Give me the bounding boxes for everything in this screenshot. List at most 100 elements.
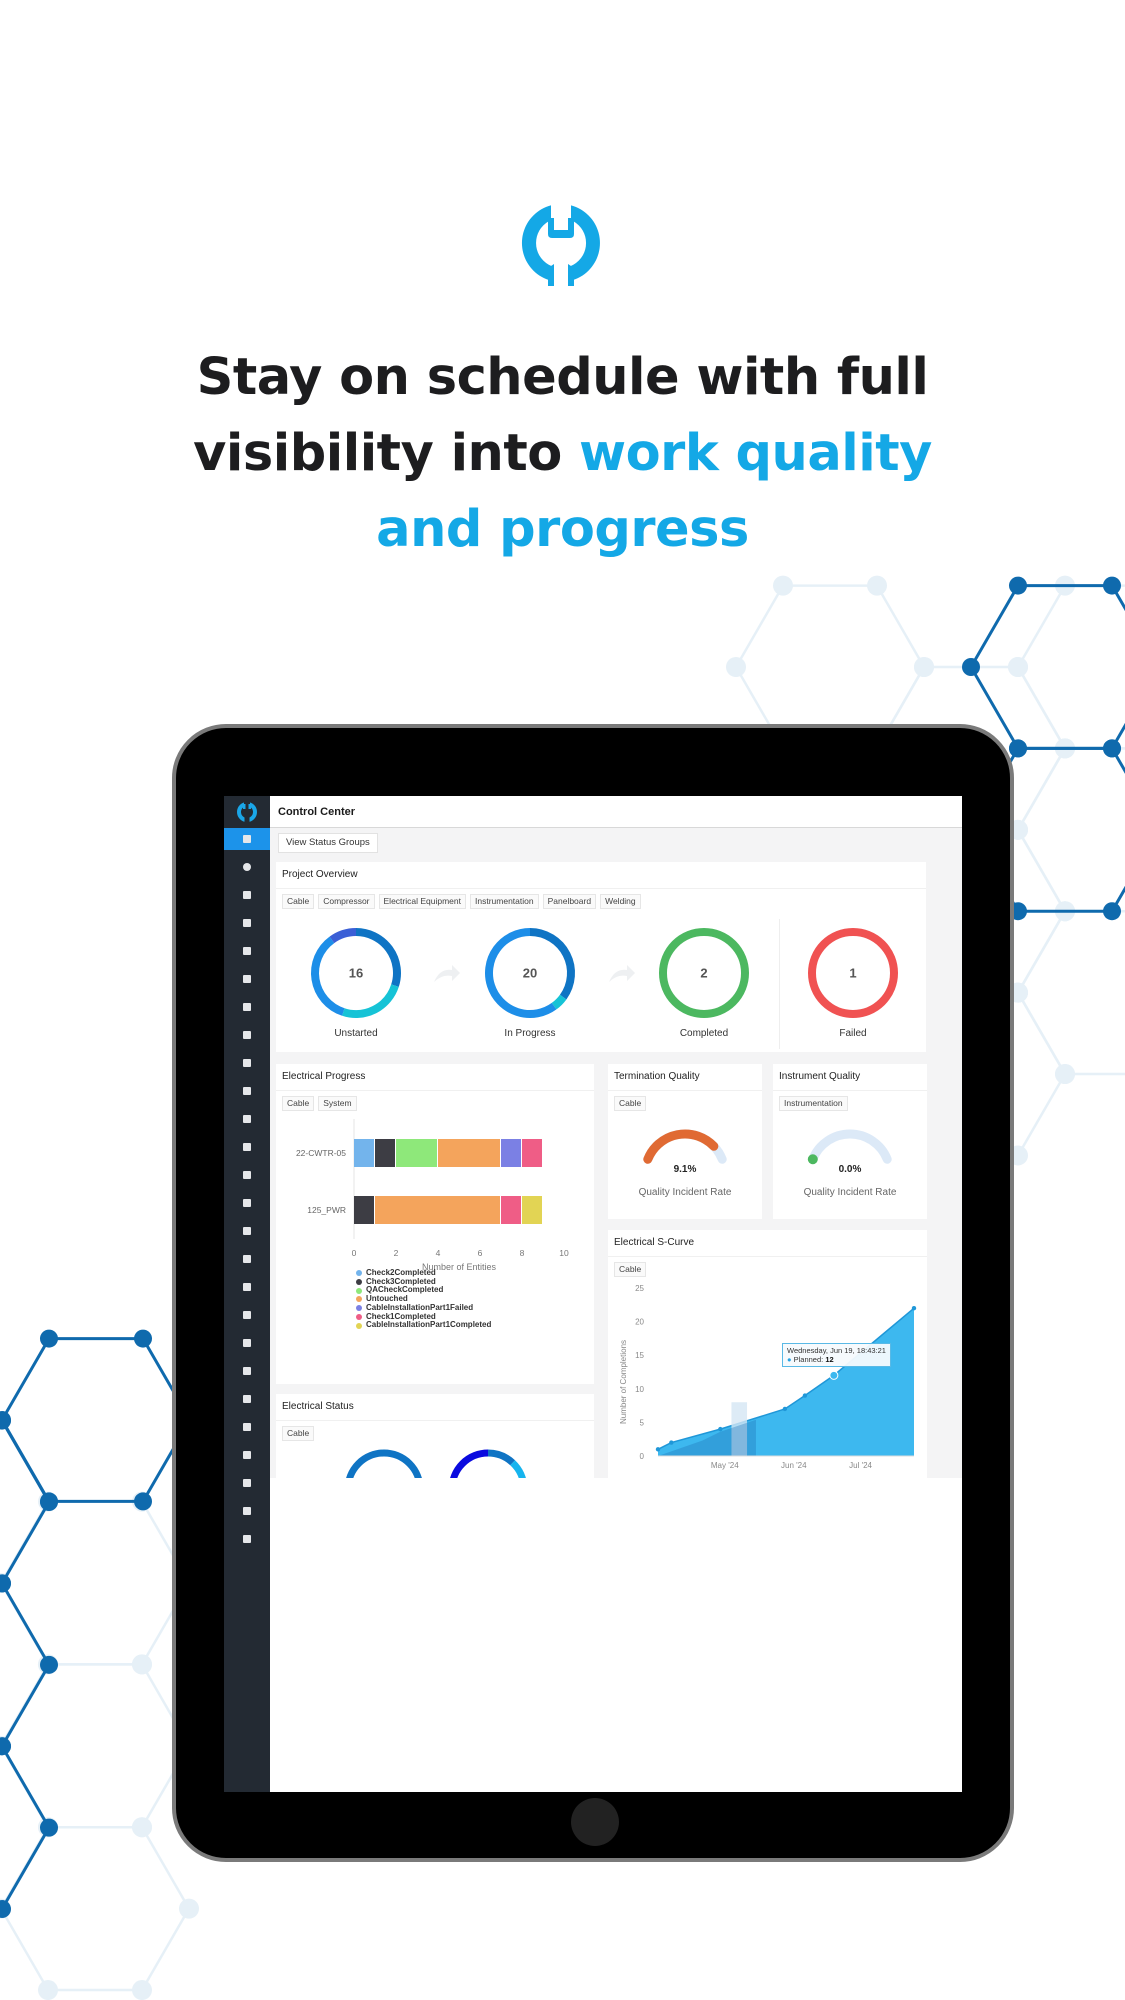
sidebar-item-menu-item-icon[interactable] <box>224 1276 270 1298</box>
sidebar-item-menu-item-icon[interactable] <box>224 1472 270 1494</box>
sidebar-item-menu-item-icon[interactable] <box>224 1052 270 1074</box>
filter-chip-welding[interactable]: Welding <box>600 894 641 909</box>
view-status-groups-button[interactable]: View Status Groups <box>278 833 378 853</box>
legend-item[interactable]: CableInstallationPart1Completed <box>356 1321 491 1330</box>
sidebar-item-menu-item-icon[interactable] <box>224 1444 270 1466</box>
hex-edge <box>1016 829 1067 912</box>
page-title: Control Center <box>278 805 355 818</box>
filter-chip-cable[interactable]: Cable <box>282 1096 315 1111</box>
sidebar-item-menu-item-icon[interactable] <box>224 1248 270 1270</box>
status-donut[interactable]: 16 Unstarted <box>306 924 406 1039</box>
y-axis-title: Number of Completions <box>619 1340 628 1424</box>
hex-node <box>726 657 746 677</box>
bar-segment[interactable] <box>501 1196 521 1224</box>
y-tick-label: 10 <box>635 1385 644 1394</box>
x-tick-label: 0 <box>352 1248 357 1258</box>
menu-item-icon <box>243 1507 251 1515</box>
filter-chip-cable[interactable]: Cable <box>282 894 315 909</box>
tablet-screen: Control Center View Status Groups Projec… <box>224 796 962 1792</box>
hex-node <box>1008 657 1028 677</box>
donut-label: Completed <box>679 1028 729 1039</box>
filter-chip-panelboard[interactable]: Panelboard <box>542 894 597 909</box>
bar-segment[interactable] <box>375 1139 395 1167</box>
planned-point[interactable] <box>802 1393 808 1398</box>
status-donut[interactable]: 1 Failed <box>803 924 903 1039</box>
sidebar-item-menu-item-icon[interactable] <box>224 1136 270 1158</box>
hex-edge <box>0 1337 51 1421</box>
electrical-progress-filters: Cable System <box>282 1096 357 1111</box>
hex-node <box>773 575 793 596</box>
filter-chip-cable[interactable]: Cable <box>282 1426 315 1441</box>
bar-segment[interactable] <box>522 1139 542 1167</box>
sidebar-item-menu-item-icon[interactable] <box>224 1080 270 1102</box>
bar-segment[interactable] <box>375 1196 500 1224</box>
sidebar-item-menu-item-icon[interactable] <box>224 1024 270 1046</box>
sidebar-item-menu-item-icon[interactable] <box>224 1500 270 1522</box>
electrical-status-filters: Cable <box>282 1426 315 1441</box>
headline-plain-text: visibility into <box>193 424 580 483</box>
sidebar-item-menu-item-icon[interactable] <box>224 1332 270 1354</box>
planned-point[interactable] <box>718 1426 723 1432</box>
hex-edge <box>0 1582 51 1666</box>
instrument-quality-title: Instrument Quality <box>779 1071 861 1082</box>
legend-dot-icon <box>356 1287 362 1294</box>
termination-quality-filters: Cable <box>614 1096 647 1111</box>
sidebar-item-menu-item-icon[interactable] <box>224 996 270 1018</box>
status-donut[interactable]: 20 In Progress <box>480 924 580 1039</box>
donut-segment <box>551 994 567 1010</box>
hex-node <box>38 1980 58 2000</box>
sidebar-item-menu-item-icon[interactable] <box>224 940 270 962</box>
sidebar-item-menu-item-icon[interactable] <box>224 912 270 934</box>
filter-chip-instrumentation[interactable]: Instrumentation <box>779 1096 848 1111</box>
category-label: 125_PWR <box>307 1205 346 1215</box>
sidebar-item-menu-item-icon[interactable] <box>224 1220 270 1242</box>
hex-node <box>0 1411 11 1429</box>
bar-segment[interactable] <box>354 1196 374 1224</box>
sidebar-item-menu-item-icon[interactable] <box>224 1192 270 1214</box>
sidebar-item-menu-item-icon[interactable] <box>224 1360 270 1382</box>
menu-item-icon <box>243 1283 251 1291</box>
hex-edge <box>734 584 785 668</box>
planned-point[interactable] <box>655 1447 661 1452</box>
menu-item-icon <box>243 1171 251 1179</box>
planned-point[interactable] <box>669 1440 674 1445</box>
sidebar-item-menu-item-icon[interactable] <box>224 968 270 990</box>
card-divider <box>773 1090 927 1091</box>
x-tick-label: 6 <box>478 1248 483 1258</box>
sidebar-item-menu-item-icon[interactable] <box>224 1304 270 1326</box>
filter-chip-electrical-equipment[interactable]: Electrical Equipment <box>378 894 466 909</box>
folder-icon <box>243 891 251 899</box>
sidebar-item-dashboard-icon[interactable] <box>224 828 270 850</box>
sidebar-item-menu-item-icon[interactable] <box>224 1108 270 1130</box>
hex-node <box>914 657 934 677</box>
sidebar-item-folder-icon[interactable] <box>224 884 270 906</box>
filter-chip-compressor[interactable]: Compressor <box>318 894 375 909</box>
tablet-home-button[interactable] <box>571 1798 619 1846</box>
sidebar-item-settings-dot-icon[interactable] <box>224 856 270 878</box>
sidebar-item-menu-item-icon[interactable] <box>224 1164 270 1186</box>
bar-segment[interactable] <box>522 1196 542 1224</box>
menu-item-icon <box>243 1255 251 1263</box>
electrical-progress-title: Electrical Progress <box>282 1071 366 1082</box>
bar-segment[interactable] <box>501 1139 521 1167</box>
planned-point[interactable] <box>782 1406 788 1412</box>
filter-chip-instrumentation[interactable]: Instrumentation <box>470 894 539 909</box>
sidebar-item-menu-item-icon[interactable] <box>224 1416 270 1438</box>
gauge-value: 0.0% <box>839 1164 862 1175</box>
bar-segment[interactable] <box>396 1139 437 1167</box>
planned-point[interactable] <box>911 1305 917 1311</box>
donut-ring: 16 <box>311 928 401 1018</box>
filter-chip-cable[interactable]: Cable <box>614 1262 647 1277</box>
filter-chip-cable[interactable]: Cable <box>614 1096 647 1111</box>
filter-chip-system[interactable]: System <box>318 1096 357 1111</box>
electrical-status-title: Electrical Status <box>282 1401 354 1412</box>
status-donut[interactable]: 2 Completed <box>654 924 754 1039</box>
sidebar-item-menu-item-icon[interactable] <box>224 1528 270 1550</box>
sidebar <box>224 796 270 1792</box>
bar-segment[interactable] <box>354 1139 374 1167</box>
sidebar-item-menu-item-icon[interactable] <box>224 1388 270 1410</box>
planned-point[interactable] <box>829 1370 839 1380</box>
bar-segment[interactable] <box>438 1139 500 1167</box>
donut-segment <box>342 984 399 1018</box>
hex-edge <box>140 1908 191 1991</box>
